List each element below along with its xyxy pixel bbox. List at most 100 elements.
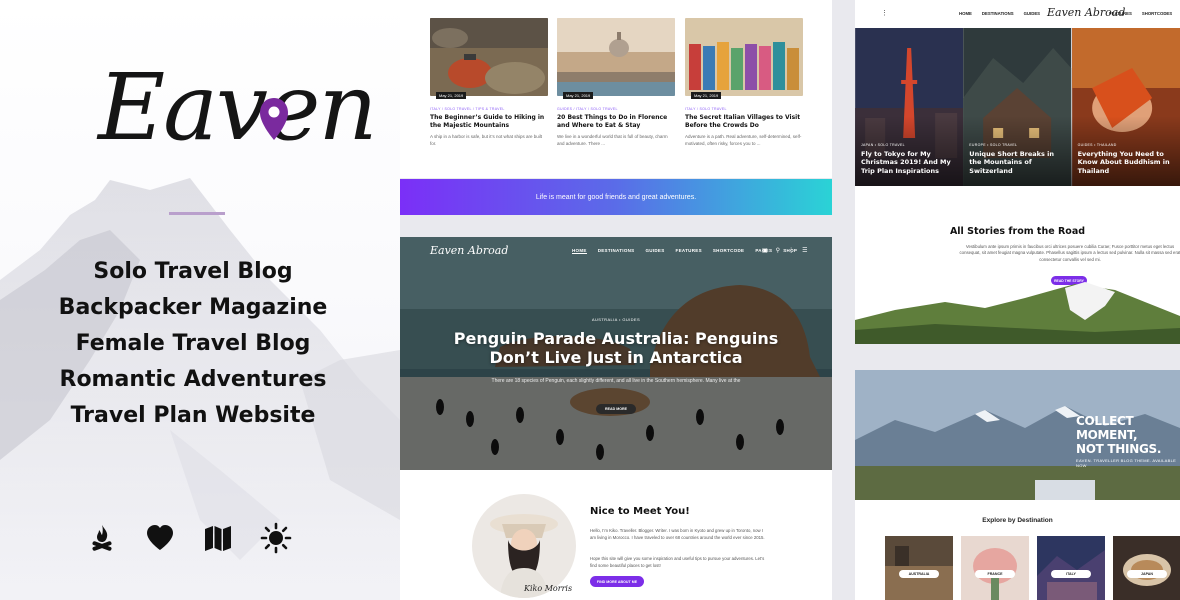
post-card[interactable]: May 21, 2019 Italy / Solo Travel The Sec… (685, 18, 803, 147)
destination-label[interactable]: AUSTRALIA (899, 570, 939, 578)
demo-preview-right: ⋮ HOME DESTINATIONS GUIDES Eaven Abroad … (855, 0, 1180, 600)
post-date: May 21, 2019 (563, 92, 594, 99)
hero-title[interactable]: Penguin Parade Australia: Penguins Don’t… (440, 329, 792, 367)
more-icon[interactable]: ⋮ (788, 247, 794, 254)
menu-icon[interactable]: ⋮ (881, 9, 888, 17)
about-text: Hello, I’m Kiko. Traveller. Blogger. Wri… (590, 528, 765, 540)
destination-label[interactable]: ITALY (1051, 570, 1091, 578)
post-thumbnail[interactable] (430, 18, 548, 96)
location-pin-icon (260, 98, 288, 140)
quote-banner: Life is meant for good friends and great… (400, 179, 832, 215)
featured-slide[interactable]: GUIDES • THAILAND Everything You Need to… (1071, 28, 1180, 186)
nav-item-home[interactable]: HOME (959, 11, 972, 16)
nav-item-destinations[interactable]: DESTINATIONS (982, 11, 1014, 16)
post-excerpt: Adventure is a path. Real adventure, sel… (685, 134, 802, 146)
heart-icon (142, 520, 178, 556)
slide-category[interactable]: EUROPE • SOLO TRAVEL (969, 143, 1017, 147)
post-grid: May 21, 2019 Italy / Solo Travel / Tips … (400, 0, 832, 178)
right-header: ⋮ HOME DESTINATIONS GUIDES Eaven Abroad … (855, 0, 1180, 28)
post-title[interactable]: 20 Best Things to Do in Florence and Whe… (557, 114, 675, 130)
hero-subtitle: There are 18 species of Penguin, each sl… (491, 378, 741, 384)
destination-image (885, 536, 953, 600)
nav-item-guides[interactable]: GUIDES (1024, 11, 1040, 16)
find-more-button[interactable]: FIND MORE ABOUT ME (590, 576, 644, 587)
tagline: Travel Plan Website (70, 403, 316, 428)
tagline-list: Solo Travel Blog Backpacker Magazine Fem… (0, 254, 386, 434)
featured-slide[interactable]: EUROPE • SOLO TRAVEL Unique Short Breaks… (963, 28, 1072, 186)
nav-item-destinations[interactable]: DESTINATIONS (598, 248, 635, 254)
nav-item-features[interactable]: FEATURES (676, 248, 702, 254)
featured-slider: JAPAN • SOLO TRAVEL Fly to Tokyo for My … (855, 28, 1180, 186)
post-categories[interactable]: Italy / Solo Travel (685, 107, 803, 111)
nav-item-shortcodes[interactable]: SHORTCODES (1142, 11, 1172, 16)
tagline: Backpacker Magazine (58, 295, 328, 320)
destination-label[interactable]: JAPAN (1127, 570, 1167, 578)
read-more-button[interactable]: READ MORE (596, 404, 636, 414)
post-date: May 21, 2019 (436, 92, 467, 99)
post-title[interactable]: The Secret Italian Villages to Visit Bef… (685, 114, 803, 130)
map-icon (200, 520, 236, 556)
demo-preview-center: May 21, 2019 Italy / Solo Travel / Tips … (400, 0, 832, 600)
destination-card[interactable]: AUSTRALIA (885, 536, 953, 600)
destination-image (961, 536, 1029, 600)
campfire-icon (84, 520, 120, 556)
destination-card[interactable]: ITALY (1037, 536, 1105, 600)
post-date: May 21, 2019 (691, 92, 722, 99)
nav-item-features[interactable]: FEATURES (1109, 11, 1132, 16)
tagline: Female Travel Blog (75, 331, 311, 356)
cart-icon[interactable]: ▣ (762, 247, 768, 254)
featured-slide[interactable]: JAPAN • SOLO TRAVEL Fly to Tokyo for My … (855, 28, 964, 186)
about-title: Nice to Meet You! (590, 506, 690, 517)
post-excerpt: A ship in a harbor is safe, but it’s not… (430, 134, 542, 146)
post-thumbnail[interactable] (685, 18, 803, 96)
tagline: Solo Travel Blog (93, 259, 293, 284)
collect-banner: COLLECT MOMENT, NOT THINGS. EAVEN. TRAVE… (855, 370, 1180, 500)
post-card[interactable]: May 21, 2019 Italy / Solo Travel / Tips … (430, 18, 548, 147)
nav-item-shortcode[interactable]: SHORTCODE (713, 248, 744, 254)
post-title[interactable]: The Beginner’s Guide to Hiking in the Ma… (430, 114, 548, 130)
slide-category[interactable]: GUIDES • THAILAND (1078, 143, 1117, 147)
author-photo (472, 494, 576, 598)
explore-title: Explore by Destination (982, 517, 1053, 524)
stories-text: Vestibulum ante ipsum primis in faucibus… (959, 244, 1180, 262)
post-card[interactable]: May 21, 2019 Guides / Italy / Solo Trave… (557, 18, 675, 147)
tagline: Romantic Adventures (59, 367, 327, 392)
destination-card[interactable]: JAPAN (1113, 536, 1180, 600)
author-signature: Kiko Morris (524, 584, 573, 593)
slide-title[interactable]: Everything You Need to Know About Buddhi… (1078, 150, 1176, 175)
collect-subtext: EAVEN. TRAVELLER BLOG THEME. AVAILABLE N… (1076, 458, 1177, 468)
slide-title[interactable]: Fly to Tokyo for My Christmas 2019! And … (861, 150, 959, 175)
slide-title[interactable]: Unique Short Breaks in the Mountains of … (969, 150, 1067, 175)
menu-icon[interactable]: ☰ (802, 247, 807, 254)
post-categories[interactable]: Guides / Italy / Solo Travel (557, 107, 675, 111)
search-icon[interactable]: ⚲ (776, 247, 780, 254)
sun-icon (258, 520, 294, 556)
right-nav-right: FEATURES SHORTCODES PA (1109, 11, 1180, 16)
hero-brand-logo[interactable]: Eaven Abroad (430, 244, 508, 257)
destination-card[interactable]: FRANCE (961, 536, 1029, 600)
logo-divider (169, 212, 225, 215)
post-excerpt: We live in a wonderful world that is ful… (557, 134, 668, 146)
destination-label[interactable]: FRANCE (975, 570, 1015, 578)
stories-section: All Stories from the Road Vestibulum ant… (855, 186, 1180, 344)
post-categories[interactable]: Italy / Solo Travel / Tips & Travel (430, 107, 548, 111)
hero-section: Eaven Abroad HOME DESTINATIONS GUIDES FE… (400, 237, 832, 470)
stories-mountain-image (855, 282, 1180, 344)
about-section: Kiko Morris Nice to Meet You! Hello, I’m… (400, 470, 832, 600)
nav-item-guides[interactable]: GUIDES (645, 248, 664, 254)
collect-headline: COLLECT MOMENT, NOT THINGS. (1076, 414, 1162, 456)
promo-panel: Eaven Solo Travel Blog Backpacker Magazi… (0, 0, 400, 600)
post-thumbnail[interactable] (557, 18, 675, 96)
brand-logo[interactable]: Eaven (98, 62, 378, 154)
nav-item-home[interactable]: HOME (572, 248, 587, 254)
explore-section: Explore by Destination AUSTRALIA FRANCE … (855, 500, 1180, 600)
about-text: Hope this site will give you some inspir… (590, 556, 765, 568)
feature-icons (84, 520, 294, 556)
slide-category[interactable]: JAPAN • SOLO TRAVEL (861, 143, 905, 147)
destination-image (1113, 536, 1180, 600)
stories-title: All Stories from the Road (949, 226, 1086, 237)
right-nav-left: HOME DESTINATIONS GUIDES (959, 11, 1040, 16)
destination-image (1037, 536, 1105, 600)
hero-nav-icons: ▣ ⚲ ⋮ ☰ (762, 247, 807, 254)
hero-category[interactable]: AUSTRALIA • GUIDES (400, 317, 832, 322)
